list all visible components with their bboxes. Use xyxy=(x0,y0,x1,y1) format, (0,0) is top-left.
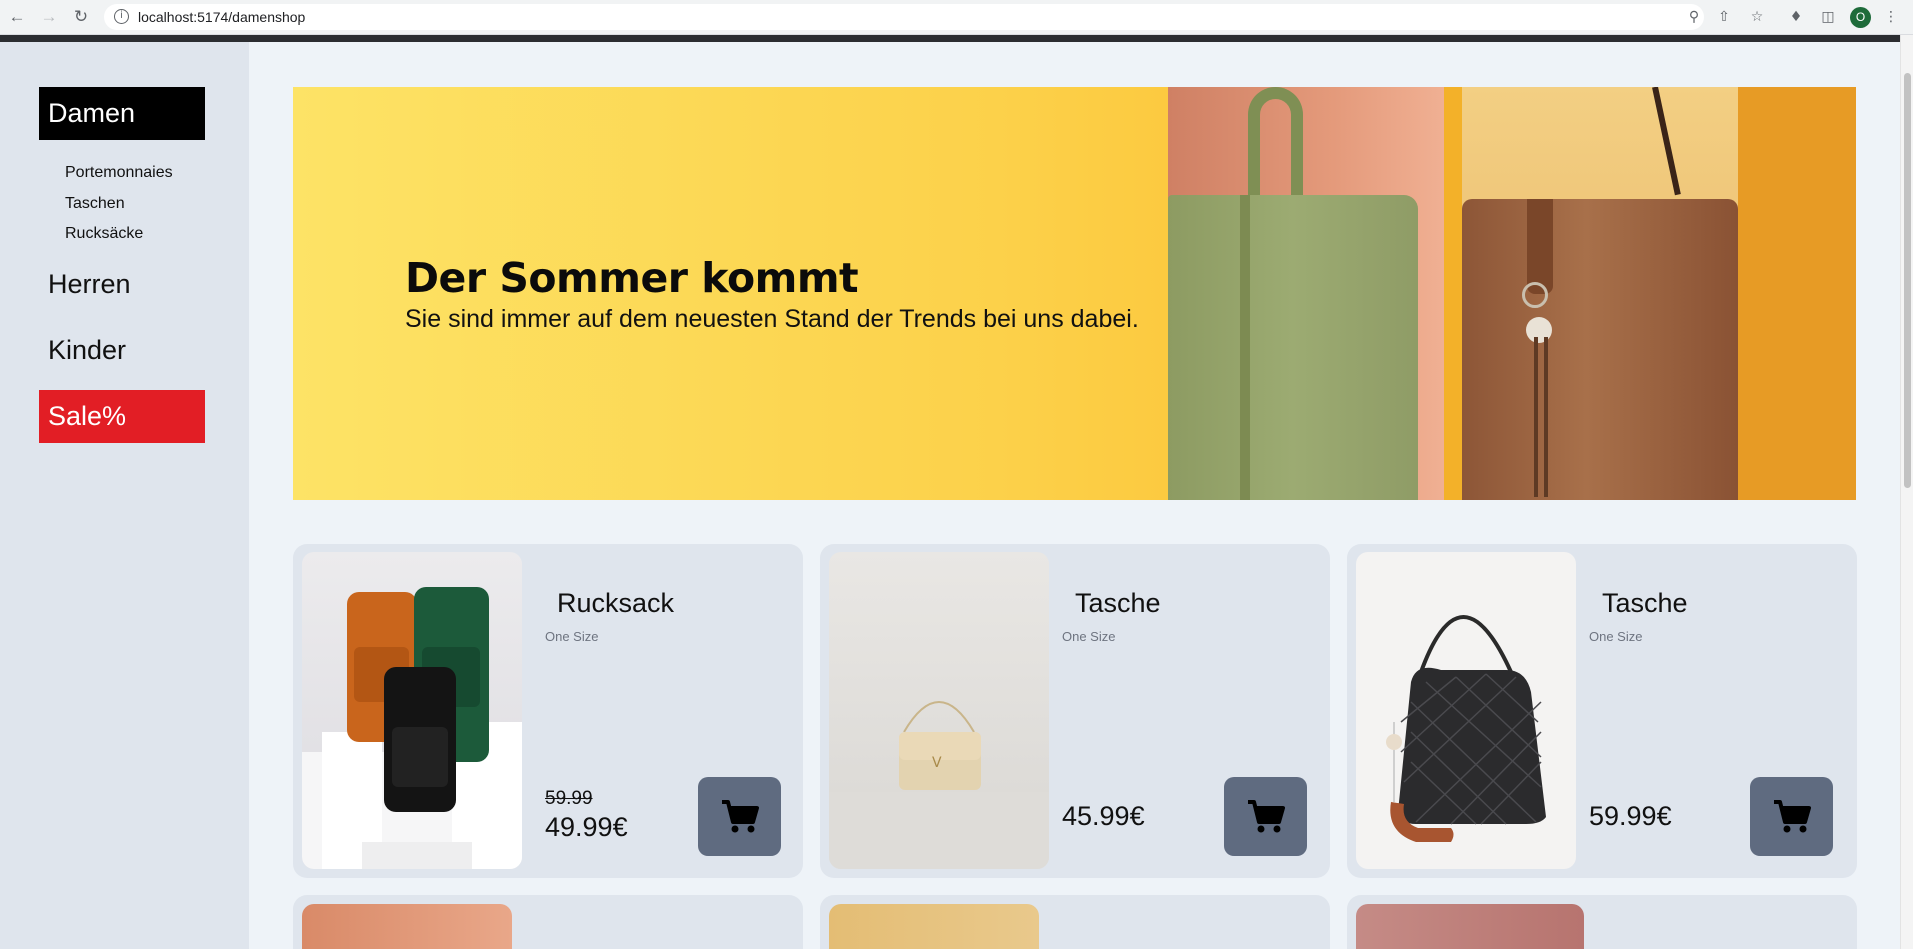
add-to-cart-button[interactable] xyxy=(1224,777,1307,856)
product-price: 45.99€ xyxy=(1062,801,1145,831)
product-card[interactable]: V Tasche One Size 45.99€ xyxy=(820,544,1330,878)
share-icon[interactable]: ⇧ xyxy=(1714,7,1734,27)
product-size: One Size xyxy=(1062,629,1116,644)
product-size: One Size xyxy=(1589,629,1643,644)
subcategory-rucksaecke[interactable]: Rucksäcke xyxy=(65,225,143,243)
product-image-tasche-schwarz[interactable] xyxy=(1356,552,1576,869)
product-size: One Size xyxy=(545,629,599,644)
product-image-partial[interactable] xyxy=(1356,904,1584,949)
hero-title: Der Sommer kommt xyxy=(405,254,859,302)
cart-icon xyxy=(721,799,759,832)
product-price: 59.99€ xyxy=(1589,801,1672,831)
zoom-icon[interactable]: ⚲ xyxy=(1684,7,1704,27)
product-card-partial[interactable] xyxy=(293,895,803,949)
green-bag-image xyxy=(1168,87,1444,500)
category-sale[interactable]: Sale% xyxy=(39,390,205,443)
product-price: 49.99€ xyxy=(545,812,628,842)
shop-page: Damen Portemonnaies Taschen Rucksäcke He… xyxy=(0,42,1900,949)
svg-text:V: V xyxy=(932,755,942,771)
product-card[interactable]: Rucksack One Size 59.99 49.99€ xyxy=(293,544,803,878)
menu-dots-icon[interactable]: ⋮ xyxy=(1881,7,1901,27)
hero-banner: Der Sommer kommt Sie sind immer auf dem … xyxy=(293,87,1856,500)
cart-icon xyxy=(1773,799,1811,832)
product-name[interactable]: Tasche xyxy=(1075,588,1161,619)
product-card[interactable]: Tasche One Size 59.99€ xyxy=(1347,544,1857,878)
subcategory-taschen[interactable]: Taschen xyxy=(65,195,125,213)
product-name[interactable]: Rucksack xyxy=(557,588,674,619)
extensions-icon[interactable]: ♦ xyxy=(1786,7,1806,27)
add-to-cart-button[interactable] xyxy=(698,777,781,856)
hero-subtitle: Sie sind immer auf dem neuesten Stand de… xyxy=(405,305,1139,333)
product-image-rucksack[interactable] xyxy=(302,552,522,869)
profile-avatar[interactable]: O xyxy=(1850,7,1871,28)
page-scrollbar[interactable] xyxy=(1900,35,1913,949)
bookmark-star-icon[interactable]: ☆ xyxy=(1747,7,1767,27)
url-text: localhost:5174/damenshop xyxy=(138,9,306,25)
subcategory-portemonnaies[interactable]: Portemonnaies xyxy=(65,164,173,182)
back-icon[interactable]: ← xyxy=(6,6,28,28)
product-old-price: 59.99 xyxy=(545,788,593,809)
browser-toolbar: ← → ↻ i localhost:5174/damenshop ⚲ ⇧ ☆ ♦… xyxy=(0,0,1913,35)
category-damen[interactable]: Damen xyxy=(39,87,205,140)
product-image-partial[interactable] xyxy=(829,904,1039,949)
add-to-cart-button[interactable] xyxy=(1750,777,1833,856)
product-card-partial[interactable] xyxy=(1347,895,1857,949)
forward-icon[interactable]: → xyxy=(38,6,60,28)
category-kinder[interactable]: Kinder xyxy=(39,324,205,377)
cart-icon xyxy=(1247,799,1285,832)
side-panel-icon[interactable]: ◫ xyxy=(1818,7,1838,27)
site-top-bar xyxy=(0,35,1900,42)
product-image-tasche-gold[interactable]: V xyxy=(829,552,1049,869)
category-herren[interactable]: Herren xyxy=(39,258,205,311)
reload-icon[interactable]: ↻ xyxy=(70,6,92,28)
info-icon[interactable]: i xyxy=(114,9,129,24)
brown-bag-image xyxy=(1462,87,1738,500)
category-sidebar: Damen Portemonnaies Taschen Rucksäcke He… xyxy=(0,42,249,949)
scrollbar-thumb[interactable] xyxy=(1904,73,1911,488)
product-name[interactable]: Tasche xyxy=(1602,588,1688,619)
product-image-partial[interactable] xyxy=(302,904,512,949)
address-bar[interactable]: i localhost:5174/damenshop ⚲ xyxy=(104,4,1704,30)
product-card-partial[interactable] xyxy=(820,895,1330,949)
